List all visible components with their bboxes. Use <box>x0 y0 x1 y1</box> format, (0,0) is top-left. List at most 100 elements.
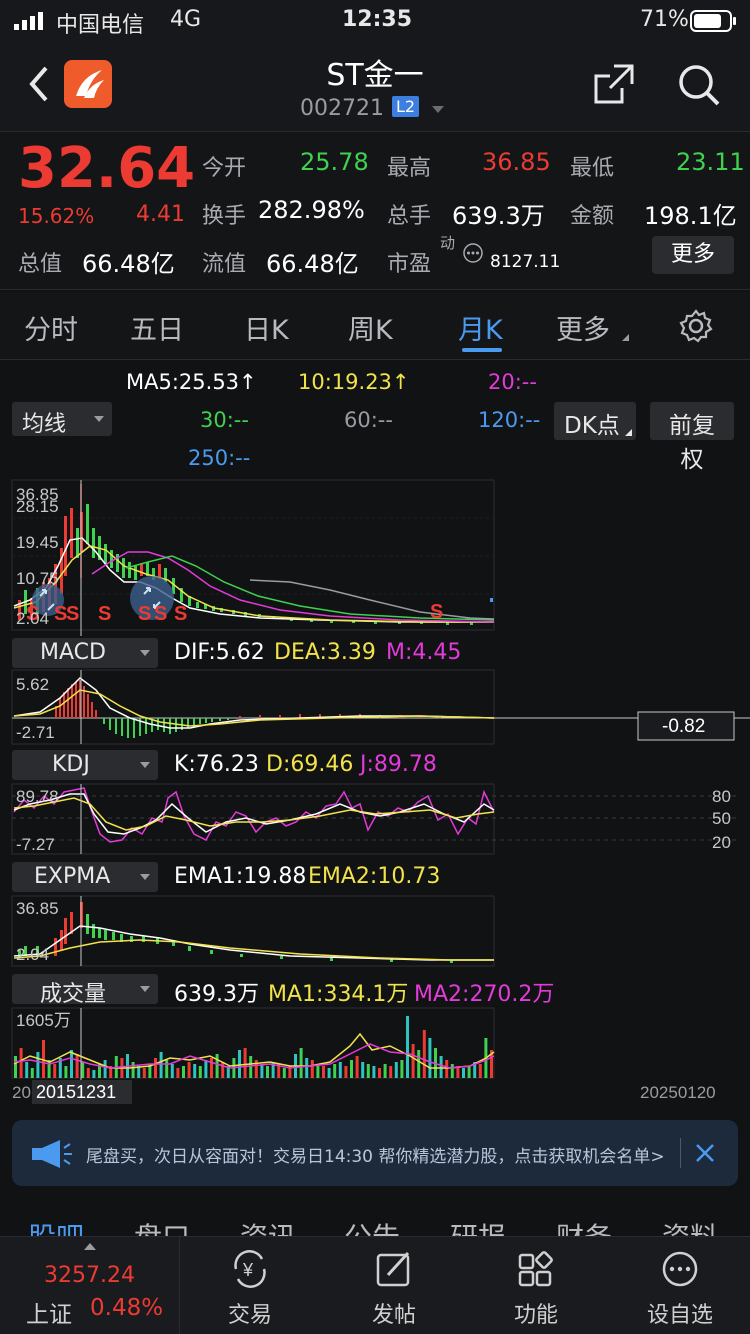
level2-badge[interactable]: L2 <box>392 96 420 117</box>
network-type: 4G <box>170 7 202 32</box>
volume-bar <box>75 1054 79 1078</box>
kdj-k: K:76.23 <box>174 752 259 777</box>
back-icon[interactable] <box>26 64 52 104</box>
tab-weekly-k[interactable]: 周K <box>348 308 393 347</box>
expma-select[interactable]: EXPMA <box>12 862 158 892</box>
open-label: 今开 <box>202 156 247 181</box>
nav-add-watchlist[interactable]: 设自选 <box>620 1247 740 1329</box>
volume-bar <box>439 1056 443 1078</box>
ma30-value: 30:-- <box>200 408 249 432</box>
index-ticker[interactable]: 3257.24 上证 0.48% <box>0 1237 180 1334</box>
volume-value: 639.3万 <box>174 982 259 1007</box>
volume-bar <box>159 1052 163 1078</box>
open-value: 25.78 <box>300 148 369 176</box>
kdj-level-20: 20 <box>712 833 731 852</box>
active-tab-indicator <box>462 348 502 352</box>
adjust-price-button[interactable]: 前复权 <box>650 402 734 473</box>
sell-signal: S <box>138 603 151 625</box>
volume-chart[interactable]: 1605万 20 20151231 20250120 <box>0 1006 750 1106</box>
tab-order-book[interactable]: 盘口 <box>134 1216 190 1236</box>
tab-forum[interactable]: 股吧 <box>28 1216 84 1236</box>
volume-bar <box>299 1048 303 1078</box>
volume-bar <box>131 1062 135 1078</box>
more-dots-icon[interactable] <box>462 242 484 264</box>
kdj-axis-top: 89.78 <box>16 787 59 806</box>
nav-functions[interactable]: 功能 <box>476 1247 596 1329</box>
tab-more[interactable]: 更多 <box>556 308 610 347</box>
chevron-up-icon <box>84 1243 96 1250</box>
macd-chart[interactable]: 5.62 -2.71 -0.82 <box>0 668 750 748</box>
ma60-value: 60:-- <box>344 408 393 432</box>
nav-post[interactable]: 发帖 <box>334 1247 454 1329</box>
change-amount: 4.41 <box>136 202 185 227</box>
volume-bar <box>428 1038 432 1078</box>
tab-monthly-k[interactable]: 月K <box>458 308 503 347</box>
volume-bar <box>282 1068 286 1078</box>
tab-financials[interactable]: 财务 <box>556 1216 612 1236</box>
volume-bar <box>86 1068 90 1078</box>
volume-bar <box>406 1016 409 1078</box>
dk-point-label: DK点 <box>564 413 620 439</box>
volume-select-label: 成交量 <box>40 982 107 1007</box>
volume-bar <box>383 1064 387 1078</box>
stock-title: ST金一 <box>326 58 424 93</box>
ma10-value: 10:19.23↑ <box>298 370 410 394</box>
kdj-select[interactable]: KDJ <box>12 750 158 780</box>
ma-legend: MA5:25.53↑ 10:19.23↑ 20:-- 30:-- 60:-- 1… <box>0 362 750 476</box>
volume-bar <box>400 1060 404 1078</box>
close-icon[interactable] <box>694 1142 716 1164</box>
volume-bar <box>53 1064 57 1078</box>
kline-chart[interactable]: S S S S S S S S 36.85 28.15 19.45 10.75 … <box>0 478 750 636</box>
expma-ema2: EMA2:10.73 <box>308 864 441 889</box>
volume-bar <box>243 1048 247 1078</box>
ma-type-select[interactable]: 均线 <box>12 402 112 437</box>
nav-functions-label: 功能 <box>513 1303 558 1328</box>
volume-bar <box>467 1066 471 1078</box>
nav-post-label: 发帖 <box>371 1303 416 1328</box>
chevron-down-icon[interactable] <box>432 106 444 113</box>
volume-bar <box>176 1068 180 1078</box>
dk-point-button[interactable]: DK点 <box>554 402 636 440</box>
tab-daily-k[interactable]: 日K <box>244 308 289 347</box>
macd-select[interactable]: MACD <box>12 638 158 668</box>
volume-bar <box>25 1062 29 1078</box>
turnover-label: 换手 <box>202 204 247 229</box>
mktcap-value: 66.48亿 <box>82 250 175 278</box>
volume-select[interactable]: 成交量 <box>12 974 158 1007</box>
volume-bar <box>19 1048 23 1078</box>
tab-announcements[interactable]: 公告 <box>344 1216 400 1236</box>
share-icon[interactable] <box>592 62 636 106</box>
settings-gear-icon[interactable] <box>678 308 714 344</box>
volume-bar <box>30 1068 34 1078</box>
turnover-value: 282.98% <box>258 196 365 224</box>
expma-chart[interactable]: 36.85 2.04 <box>0 894 750 972</box>
search-icon[interactable] <box>676 62 722 108</box>
volume-bar <box>333 1064 337 1078</box>
change-percent: 15.62% <box>18 204 95 228</box>
tab-profile[interactable]: 资料 <box>662 1216 718 1236</box>
ma20-value: 20:-- <box>488 370 537 394</box>
stock-header: ST金一 002721 L2 <box>0 40 750 132</box>
nav-trade[interactable]: ¥ 交易 <box>190 1247 310 1329</box>
tab-news[interactable]: 资讯 <box>240 1216 296 1236</box>
more-button[interactable]: 更多 <box>652 236 734 274</box>
high-label: 最高 <box>387 156 432 181</box>
expma-ema1: EMA1:19.88 <box>174 864 307 889</box>
grid-apps-icon <box>518 1251 553 1287</box>
compose-icon <box>376 1251 410 1287</box>
volume-bar <box>193 1064 197 1078</box>
promo-banner[interactable]: 尾盘买，次日从容面对！交易日14:30 帮你精选潜力股，点击获取机会名单> <box>12 1120 738 1186</box>
price-axis-label: 28.15 <box>16 497 59 516</box>
kdj-chart[interactable]: 89.78 -7.27 80 50 20 <box>0 782 750 860</box>
low-value: 23.11 <box>676 148 745 176</box>
tab-intraday[interactable]: 分时 <box>24 308 78 347</box>
battery-icon <box>690 10 736 32</box>
volume-bar <box>350 1060 353 1078</box>
tab-five-day[interactable]: 五日 <box>130 308 184 347</box>
low-label: 最低 <box>570 156 615 181</box>
volume-bar <box>422 1030 426 1078</box>
pe-value: 8127.11 <box>490 252 561 272</box>
tab-research[interactable]: 研报 <box>450 1216 506 1236</box>
signal-marker-icon[interactable] <box>130 576 174 620</box>
crosshair-date: 20151231 <box>36 1082 116 1102</box>
